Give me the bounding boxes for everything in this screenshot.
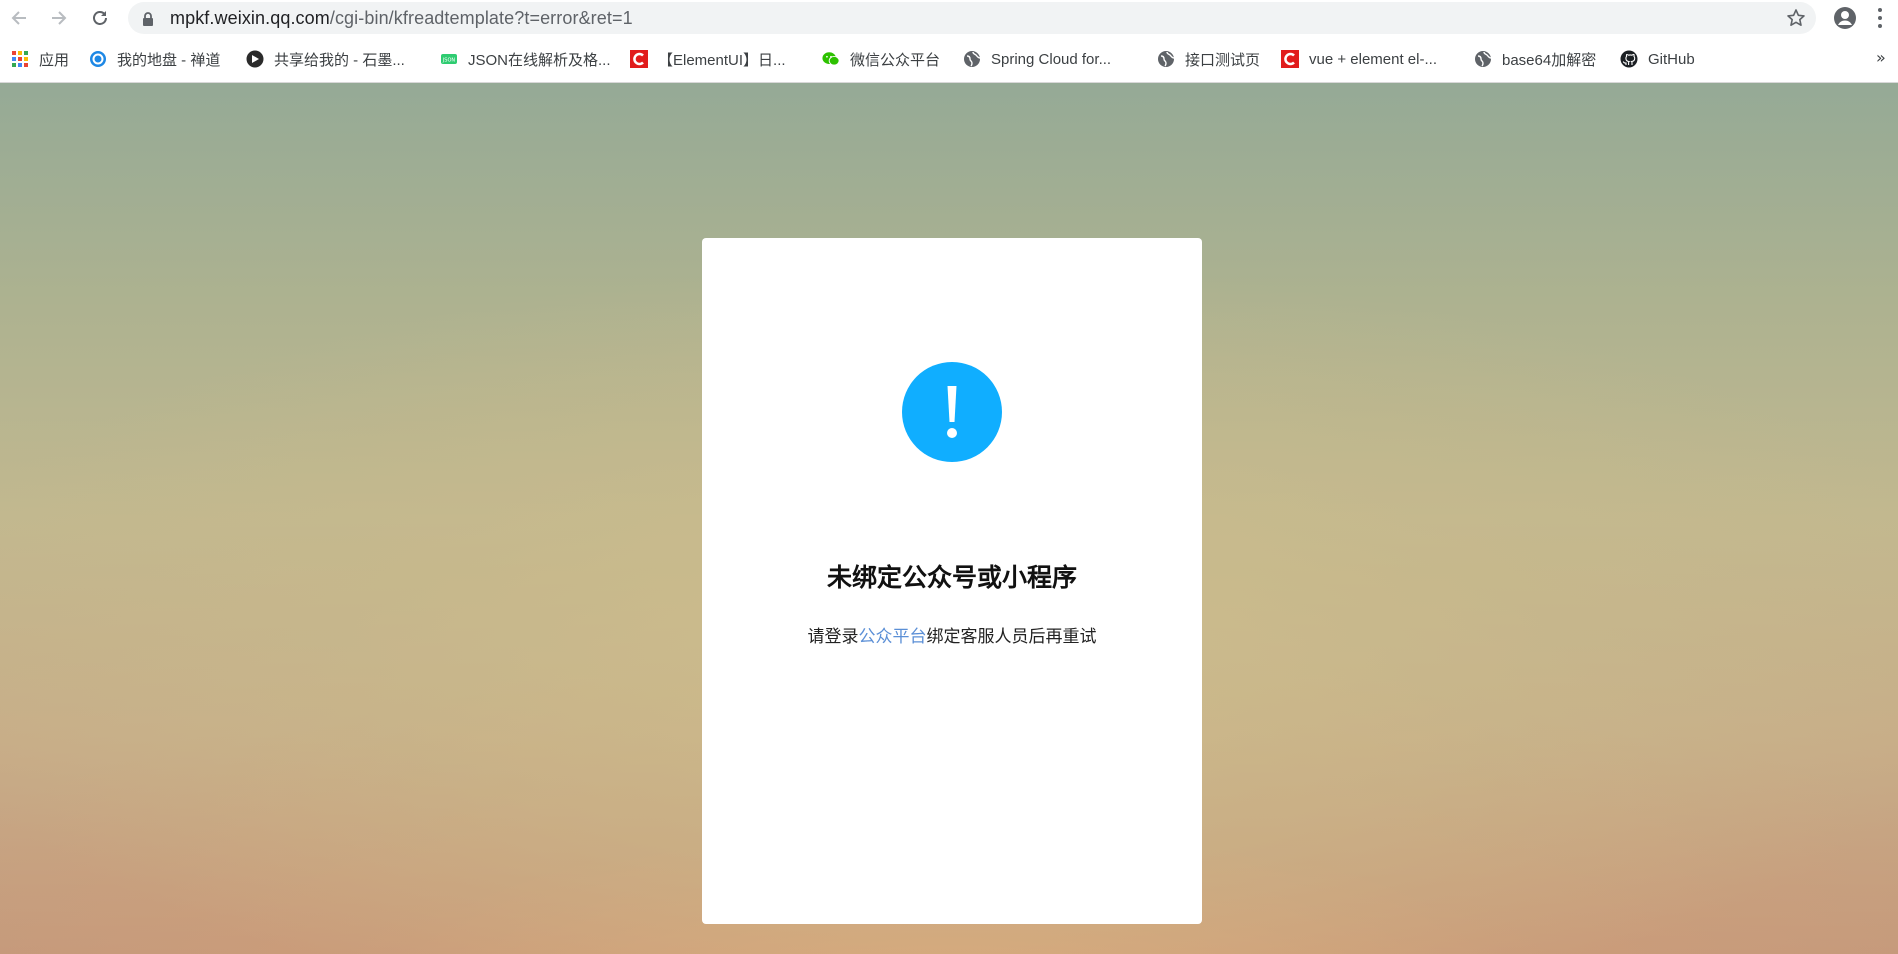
shimo-icon [246,50,264,68]
lock-icon[interactable] [142,11,154,30]
address-bar[interactable]: mpkf.weixin.qq.com/cgi-bin/kfreadtemplat… [128,2,1816,34]
back-arrow-icon[interactable] [7,6,31,30]
desc-prefix: 请登录 [807,627,859,647]
bookmarks-more-button[interactable]: » [1876,48,1886,67]
bookmark-spring-cloud[interactable]: Spring Cloud for... [963,48,1111,70]
mp-platform-link[interactable]: 公众平台 [859,627,927,647]
bookmark-label: GitHub [1648,50,1695,68]
bookmark-api-test[interactable]: 接口测试页 [1157,48,1260,70]
bookmarks-bar: 应用 我的地盘 - 禅道 共享给我的 - 石墨... JSON JSON在线解析… [0,36,1898,83]
url-host: mpkf.weixin.qq.com [170,8,330,28]
bookmark-label: 应用 [39,51,70,69]
star-icon[interactable] [1786,8,1806,32]
globe-icon [1474,50,1492,68]
error-title: 未绑定公众号或小程序 [826,563,1077,592]
exclamation-circle-icon [902,362,1002,462]
bookmark-label: 【ElementUI】日... [658,51,786,69]
kebab-menu-icon[interactable] [1877,7,1883,33]
bookmark-github[interactable]: GitHub [1620,48,1695,70]
profile-icon[interactable] [1833,6,1857,34]
page-background: 未绑定公众号或小程序 请登录公众平台绑定客服人员后再重试 [0,83,1898,954]
github-icon [1620,50,1638,68]
bookmark-zentao[interactable]: 我的地盘 - 禅道 [89,48,220,70]
globe-icon [1157,50,1175,68]
bookmark-label: 接口测试页 [1185,51,1261,69]
bookmark-shimo[interactable]: 共享给我的 - 石墨... [246,48,405,70]
wechat-icon [822,50,840,68]
bookmark-elementui[interactable]: 【ElementUI】日... [630,48,786,70]
error-card: 未绑定公众号或小程序 请登录公众平台绑定客服人员后再重试 [702,238,1202,924]
zentao-icon [89,50,107,68]
bookmark-label: base64加解密 [1502,51,1597,69]
reload-icon[interactable] [88,6,112,30]
browser-window: mpkf.weixin.qq.com/cgi-bin/kfreadtemplat… [0,0,1898,954]
bookmark-label: JSON在线解析及格... [468,51,611,69]
desc-suffix: 绑定客服人员后再重试 [926,627,1097,647]
bookmark-wechat-mp[interactable]: 微信公众平台 [822,48,940,70]
url-path: /cgi-bin/kfreadtemplate?t=error&ret=1 [329,8,633,28]
csdn-icon [630,50,648,68]
bookmark-base64[interactable]: base64加解密 [1474,48,1596,70]
error-description: 请登录公众平台绑定客服人员后再重试 [702,622,1202,647]
bookmark-label: vue + element el-... [1309,50,1437,68]
bookmark-label: 共享给我的 - 石墨... [274,51,405,69]
bookmark-json[interactable]: JSON JSON在线解析及格... [440,48,611,70]
svg-text:JSON: JSON [442,58,456,64]
bookmark-apps[interactable]: 应用 [11,48,69,70]
globe-icon [963,50,981,68]
forward-arrow-icon[interactable] [47,6,71,30]
apps-grid-icon [11,50,29,68]
csdn-icon [1281,50,1299,68]
url-text[interactable]: mpkf.weixin.qq.com/cgi-bin/kfreadtemplat… [170,8,633,29]
bookmark-label: Spring Cloud for... [991,50,1112,68]
bookmark-vue-element[interactable]: vue + element el-... [1281,48,1437,70]
bookmark-label: 我的地盘 - 禅道 [117,51,221,69]
json-icon: JSON [440,50,458,68]
browser-toolbar: mpkf.weixin.qq.com/cgi-bin/kfreadtemplat… [0,0,1898,36]
bookmark-label: 微信公众平台 [850,51,941,69]
